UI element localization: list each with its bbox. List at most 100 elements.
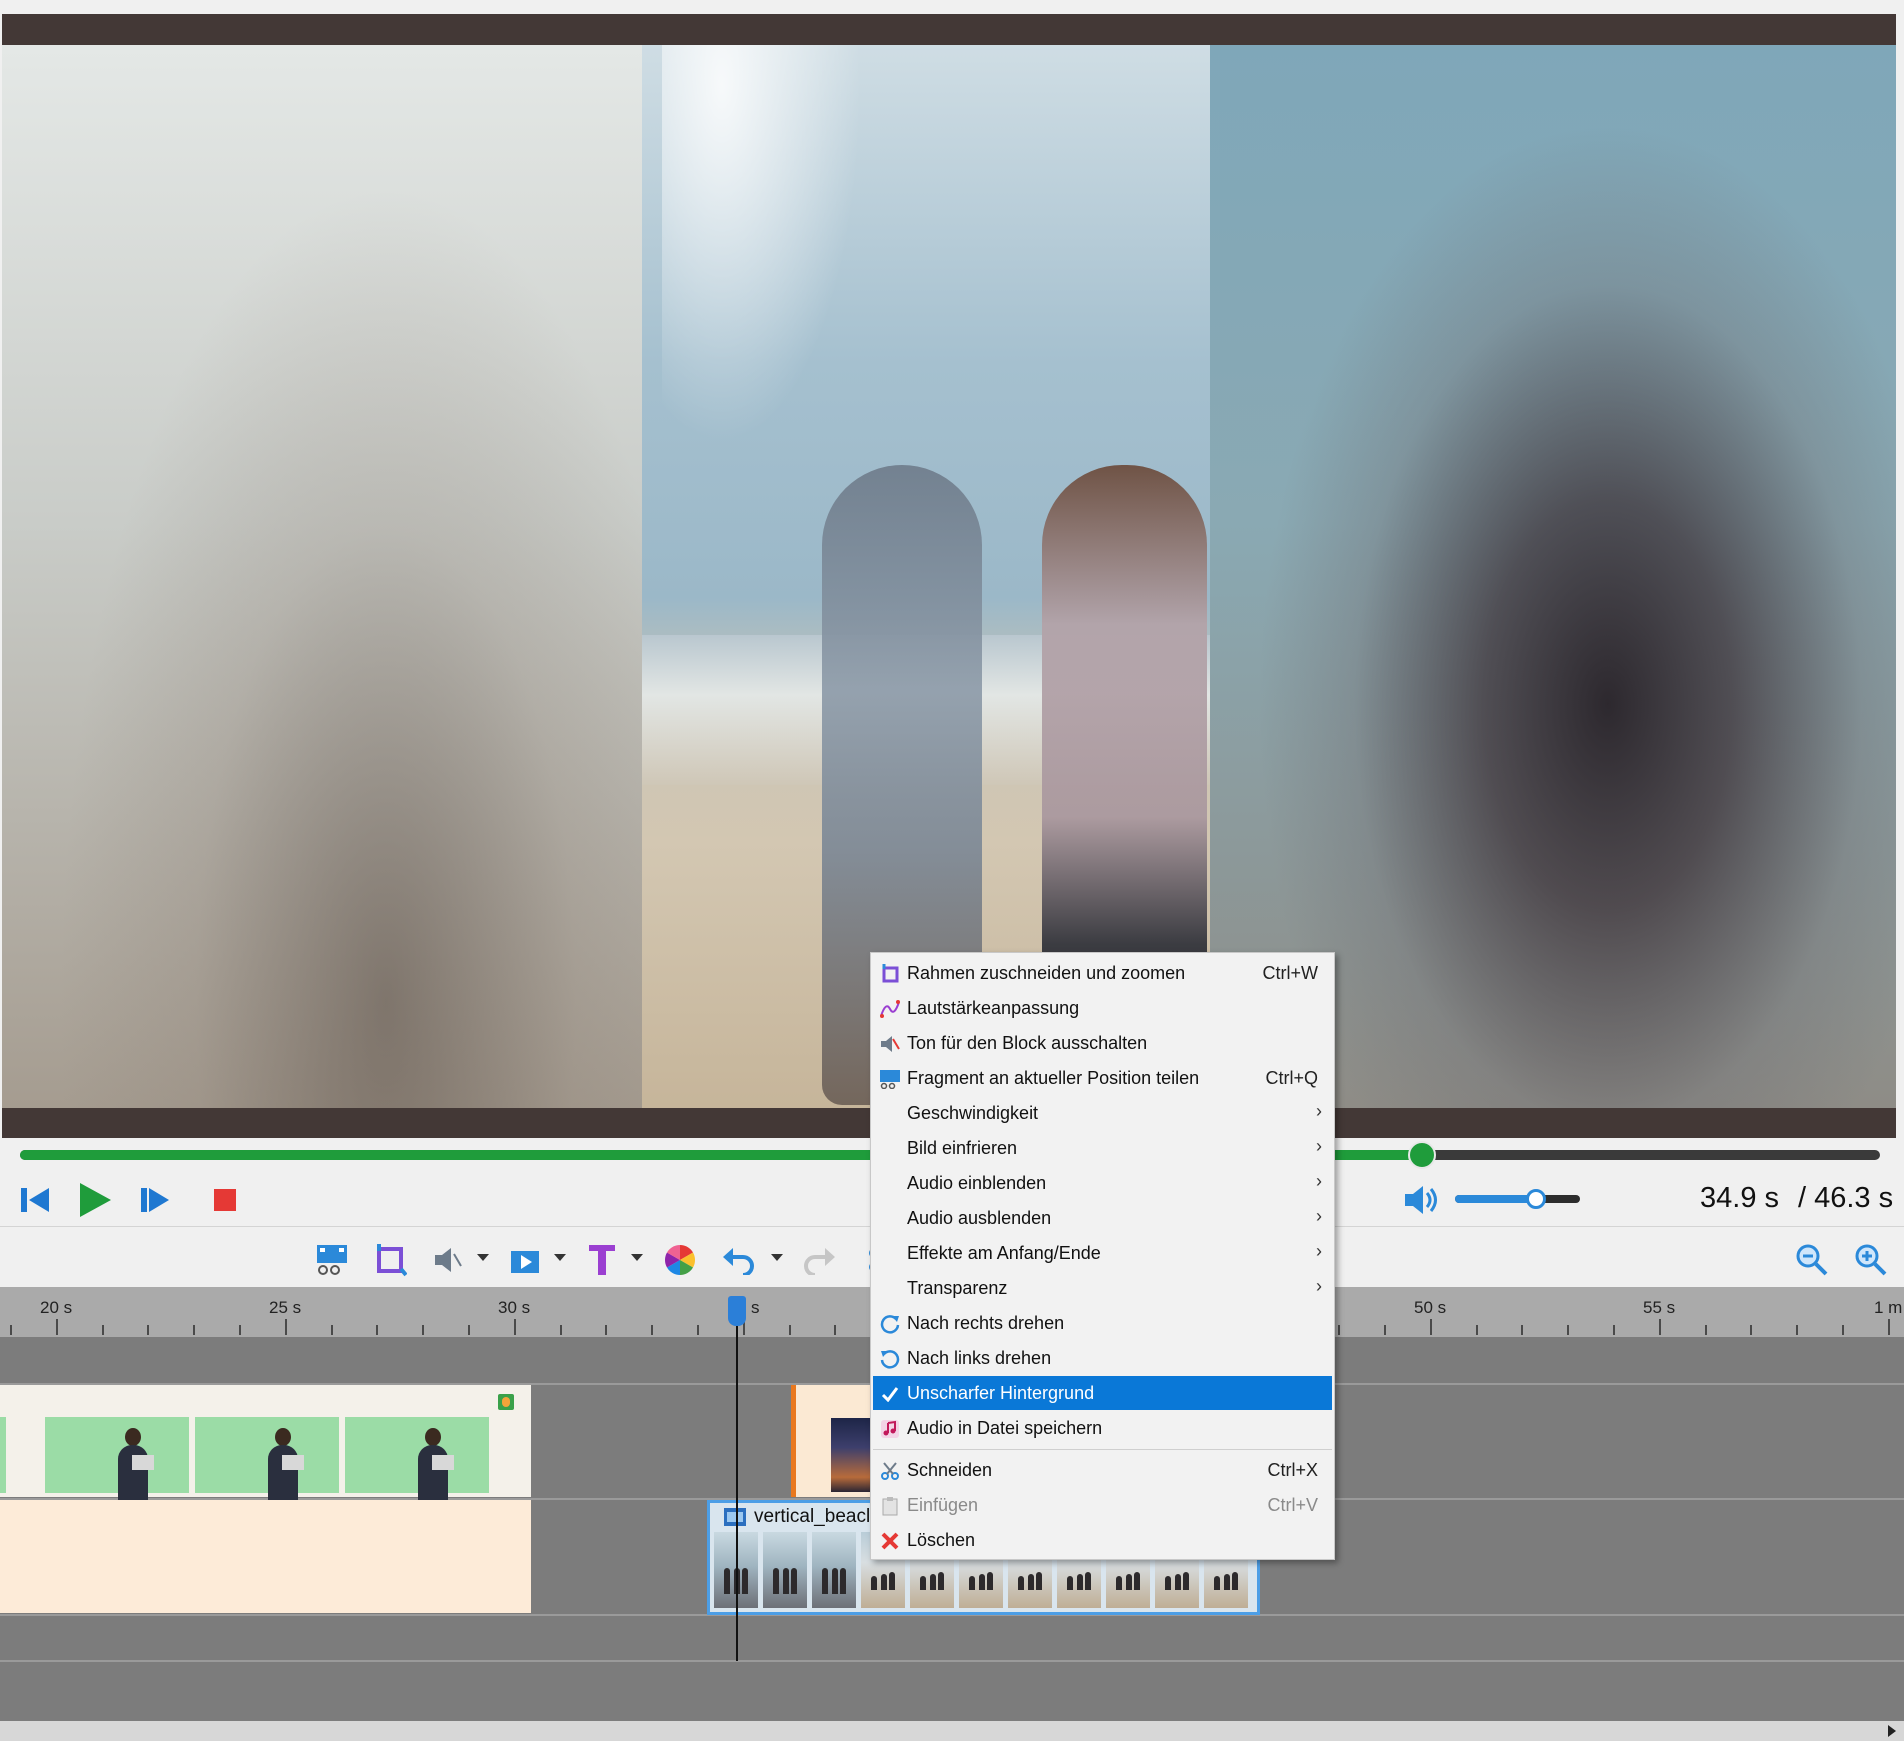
transitions-dropdown-arrow[interactable] <box>554 1254 566 1261</box>
zoom-out-icon <box>1796 1244 1828 1276</box>
menu-item-transparenz[interactable]: Transparenz › <box>873 1271 1332 1305</box>
ruler-minor-tick <box>1521 1325 1524 1335</box>
ruler-minor-tick <box>1750 1325 1753 1335</box>
ruler-minor-tick <box>788 1325 791 1335</box>
split-fragment-button[interactable] <box>312 1240 352 1280</box>
ruler-minor-tick <box>422 1325 425 1335</box>
menu-item-label: Geschwindigkeit <box>907 1103 1039 1123</box>
presenter-tablet <box>282 1455 304 1470</box>
crop-zoom-button[interactable] <box>370 1240 410 1280</box>
sun-glare <box>662 45 862 445</box>
ruler-label: 50 s <box>1414 1298 1447 1317</box>
lane-separator <box>0 1660 1904 1662</box>
ruler-minor-tick <box>1613 1325 1615 1335</box>
menu-item-label: Unscharfer Hintergrund <box>907 1383 1095 1403</box>
next-frame-button[interactable] <box>136 1181 174 1219</box>
stop-button[interactable] <box>206 1181 244 1219</box>
menu-item-loeschen[interactable]: Löschen <box>873 1523 1332 1557</box>
night-city-clip[interactable] <box>791 1385 876 1497</box>
menu-item-audio-einblenden[interactable]: Audio einblenden › <box>873 1166 1332 1200</box>
play-button[interactable] <box>76 1181 114 1219</box>
person-silhouette <box>987 1572 993 1590</box>
menu-item-label: Ton für den Block ausschalten <box>907 1033 1148 1053</box>
presenter-figure <box>268 1445 298 1505</box>
menu-item-label: Audio ausblenden <box>907 1208 1052 1228</box>
skip-back-icon <box>21 1188 49 1212</box>
menu-item-bild-einfrieren[interactable]: Bild einfrieren › <box>873 1131 1332 1165</box>
redo-button[interactable] <box>800 1240 840 1280</box>
ruler-label: 55 s <box>1643 1298 1676 1317</box>
person-silhouette <box>1018 1576 1024 1590</box>
person-silhouette <box>840 1568 846 1594</box>
menu-item-label: Löschen <box>907 1530 976 1550</box>
transitions-button[interactable] <box>505 1240 545 1280</box>
text-button[interactable] <box>582 1240 622 1280</box>
timeline-scrollbar[interactable] <box>0 1721 1904 1741</box>
color-correction-button[interactable] <box>660 1240 700 1280</box>
ruler-minor-tick <box>147 1325 150 1335</box>
scissors-icon <box>879 1460 901 1482</box>
person-silhouette <box>773 1568 779 1594</box>
person-silhouette <box>979 1574 985 1590</box>
video-clip-icon <box>724 1508 746 1526</box>
menu-item-audio-ausblenden[interactable]: Audio ausblenden › <box>873 1201 1332 1235</box>
menu-item-lautstaerkeanpassung[interactable]: Lautstärkeanpassung <box>873 991 1332 1025</box>
audio-dropdown-arrow[interactable] <box>477 1254 489 1261</box>
text-dropdown-arrow[interactable] <box>631 1254 643 1261</box>
presenter-head <box>425 1428 441 1446</box>
menu-item-geschwindigkeit[interactable]: Geschwindigkeit › <box>873 1096 1332 1130</box>
menu-item-audio-in-datei-speichern[interactable]: Audio in Datei speichern <box>873 1411 1332 1445</box>
preview-top-letterbox <box>2 14 1896 45</box>
person-silhouette <box>1085 1572 1091 1590</box>
menu-item-effekte-am-anfang-ende[interactable]: Effekte am Anfang/Ende › <box>873 1236 1332 1270</box>
menu-item-nach-rechts-drehen[interactable]: Nach rechts drehen <box>873 1306 1332 1340</box>
person-silhouette <box>1232 1572 1238 1590</box>
submenu-chevron-icon: › <box>1316 1241 1322 1261</box>
undo-dropdown-arrow[interactable] <box>771 1254 783 1261</box>
ruler-major-tick <box>284 1319 287 1335</box>
menu-item-unscharfer-hintergrund[interactable]: Unscharfer Hintergrund <box>873 1376 1332 1410</box>
menu-item-label: Bild einfrieren <box>907 1138 1018 1158</box>
playhead-handle[interactable] <box>728 1296 746 1326</box>
scroll-right-arrow[interactable] <box>1888 1725 1896 1737</box>
zoom-out-button[interactable] <box>1792 1240 1832 1280</box>
volume-slider-handle[interactable] <box>1526 1189 1547 1209</box>
mute-icon <box>879 1033 901 1055</box>
rotate-right-icon <box>879 1313 901 1335</box>
person-silhouette <box>1224 1574 1230 1590</box>
menu-item-rahmen-zuschneiden-und-zoomen[interactable]: Rahmen zuschneiden und zoomen Ctrl+W <box>873 956 1332 990</box>
ruler-major-tick <box>1658 1319 1661 1335</box>
menu-item-shortcut: Ctrl+W <box>1262 963 1319 983</box>
music-note-icon <box>879 1418 901 1440</box>
chroma-key-icon <box>498 1394 514 1410</box>
ruler-minor-tick <box>193 1325 196 1335</box>
audio-clip[interactable] <box>0 1500 531 1613</box>
ruler-minor-tick <box>330 1325 333 1335</box>
menu-item-fragment-an-aktueller-position-teilen[interactable]: Fragment an aktueller Position teilen Ctr… <box>873 1061 1332 1095</box>
transition-icon <box>511 1251 539 1273</box>
menu-item-label: Effekte am Anfang/Ende <box>907 1243 1101 1263</box>
undo-button[interactable] <box>718 1240 758 1280</box>
redo-icon <box>804 1248 835 1275</box>
ruler-minor-tick <box>559 1325 562 1335</box>
rotate-left-icon <box>879 1348 901 1370</box>
progress-handle[interactable] <box>1408 1141 1437 1169</box>
audio-button[interactable] <box>428 1240 468 1280</box>
speaker-icon <box>1405 1186 1437 1214</box>
person-silhouette <box>930 1574 936 1590</box>
previous-frame-button[interactable] <box>16 1181 54 1219</box>
menu-item-ton-fuer-den-block-ausschalten[interactable]: Ton für den Block ausschalten <box>873 1026 1332 1060</box>
menu-item-label: Audio einblenden <box>907 1173 1047 1193</box>
ruler-label: 1 m <box>1874 1298 1903 1317</box>
volume-button[interactable] <box>1402 1181 1440 1219</box>
submenu-chevron-icon: › <box>1316 1206 1322 1226</box>
blurred-background-left <box>2 45 642 1108</box>
zoom-in-button[interactable] <box>1851 1240 1891 1280</box>
play-icon <box>80 1183 111 1217</box>
ruler-minor-tick <box>605 1325 608 1335</box>
menu-item-nach-links-drehen[interactable]: Nach links drehen <box>873 1341 1332 1375</box>
menu-item-schneiden[interactable]: Schneiden Ctrl+X <box>873 1453 1332 1487</box>
clip-thumbnail <box>345 1417 489 1493</box>
person-silhouette <box>1165 1576 1171 1590</box>
playhead-line <box>736 1301 738 1661</box>
